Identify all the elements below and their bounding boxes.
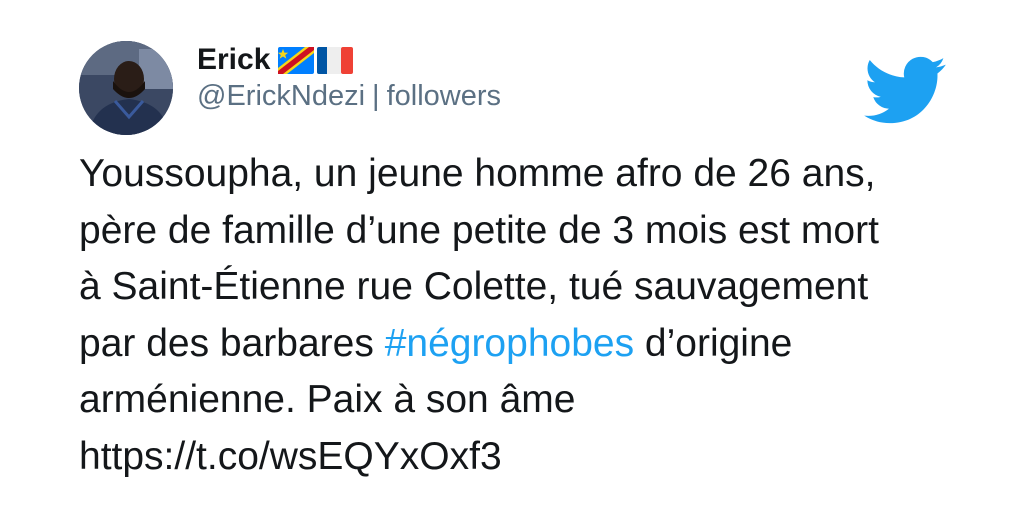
dr-congo-flag-icon xyxy=(278,46,315,74)
twitter-bird-icon[interactable] xyxy=(864,56,946,124)
hashtag-link[interactable]: #négrophobes xyxy=(385,322,634,365)
tweet-line: père de famille d’une petite de 3 mois e… xyxy=(79,208,879,252)
france-flag-icon xyxy=(317,46,354,74)
followers-label: followers xyxy=(386,80,502,112)
tweet-text-fragment: par des barbares xyxy=(79,321,385,365)
tweet-text-fragment: d’origine xyxy=(634,321,793,365)
flags xyxy=(278,46,354,74)
avatar[interactable] xyxy=(79,41,173,135)
display-name[interactable]: Erick xyxy=(197,43,270,77)
author-handle[interactable]: @ErickNdezi xyxy=(197,80,365,112)
author-name-row: Erick xyxy=(197,40,354,80)
tweet-line: à Saint-Étienne rue Colette, tué sauvage… xyxy=(79,265,869,309)
handle-row: @ErickNdezi | followers xyxy=(197,80,501,113)
tweet-text: Youssoupha, un jeune homme afro de 26 an… xyxy=(79,146,979,486)
avatar-image xyxy=(79,41,173,135)
tweet-line-with-hashtag: par des barbares #négrophobes d’origine xyxy=(79,316,979,373)
separator: | xyxy=(372,80,380,112)
tweet-line: Youssoupha, un jeune homme afro de 26 an… xyxy=(79,152,876,195)
tweet-card: Erick @ErickNdezi | followers Youssoupha, … xyxy=(0,0,1024,528)
tweet-url-link[interactable]: https://t.co/wsEQYxOxf3 xyxy=(79,429,979,486)
tweet-line: arménienne. Paix à son âme xyxy=(79,378,576,422)
